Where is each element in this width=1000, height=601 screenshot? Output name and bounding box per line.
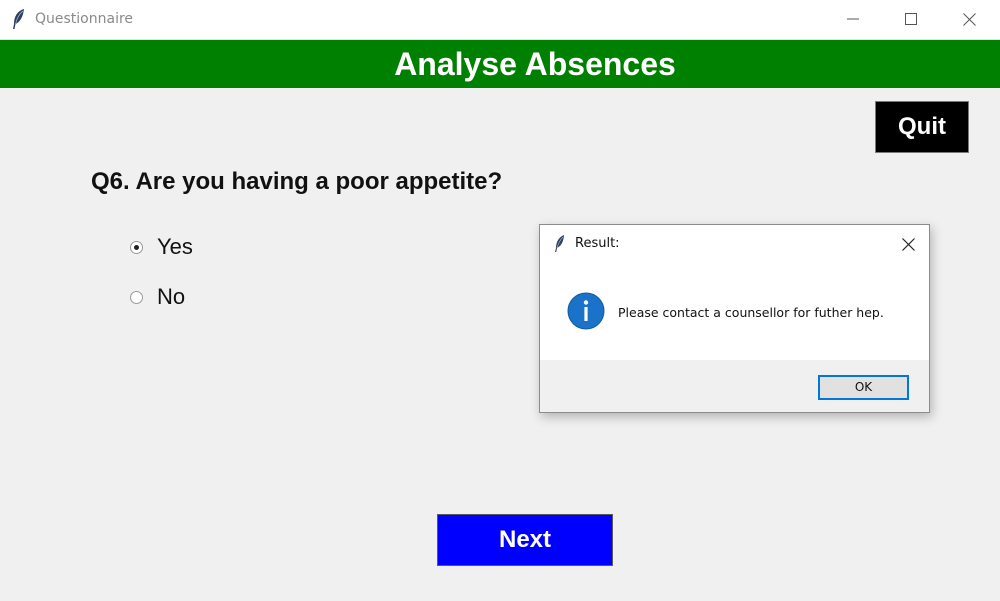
- page-title: Analyse Absences: [394, 46, 676, 82]
- close-icon: [901, 237, 915, 251]
- minimize-button[interactable]: [830, 0, 876, 38]
- radio-no[interactable]: [130, 290, 143, 304]
- maximize-icon: [905, 13, 917, 25]
- option-no[interactable]: No: [130, 282, 185, 312]
- dialog-footer: OK: [540, 360, 929, 412]
- close-button[interactable]: [946, 0, 992, 38]
- result-dialog: Result: Please contact a counsellor for …: [539, 224, 930, 413]
- info-icon: [567, 292, 605, 330]
- dialog-body: Please contact a counsellor for futher h…: [540, 263, 929, 360]
- question-text: Q6. Are you having a poor appetite?: [91, 168, 503, 195]
- ok-button[interactable]: OK: [818, 375, 909, 400]
- window-titlebar: Questionnaire: [0, 0, 1000, 40]
- dialog-title: Result:: [575, 236, 620, 251]
- close-icon: [962, 12, 976, 26]
- option-no-label: No: [157, 284, 186, 309]
- dialog-close-button[interactable]: [894, 231, 922, 257]
- radio-yes[interactable]: [130, 240, 143, 254]
- next-button[interactable]: Next: [437, 514, 613, 566]
- quit-button[interactable]: Quit: [875, 101, 969, 153]
- header-band: Analyse Absences: [0, 40, 1000, 88]
- dialog-titlebar: Result:: [540, 225, 929, 263]
- option-yes[interactable]: Yes: [130, 232, 193, 262]
- minimize-icon: [847, 18, 859, 20]
- feather-icon: [555, 235, 564, 252]
- dialog-message: Please contact a counsellor for futher h…: [618, 305, 884, 320]
- option-yes-label: Yes: [157, 234, 193, 259]
- window-title: Questionnaire: [35, 11, 134, 27]
- feather-icon: [13, 9, 24, 29]
- maximize-button[interactable]: [888, 0, 934, 38]
